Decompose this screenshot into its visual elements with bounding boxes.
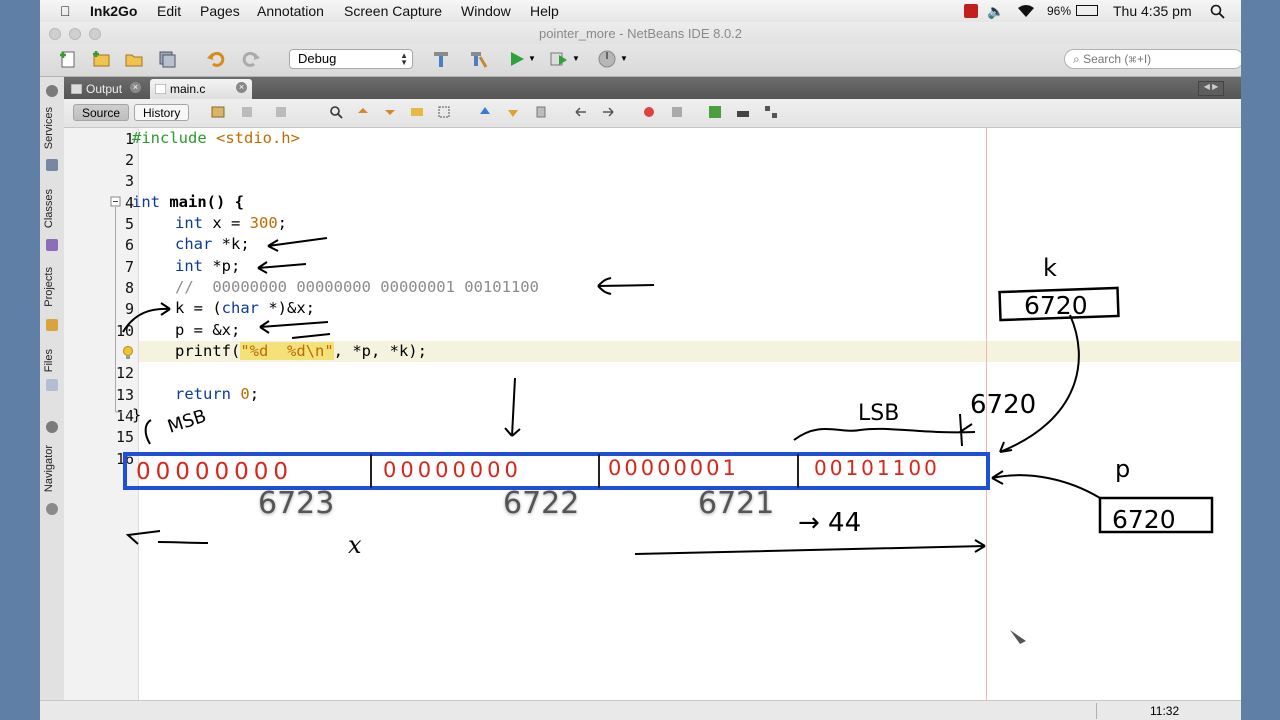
direction-arrow-right [634,539,986,555]
arrow-to-line-9 [122,302,171,333]
status-bar: 11:32 [40,700,1241,720]
arrow-to-int-p [257,261,307,274]
address-label-6722: 6722 [503,486,580,521]
byte-6721-bits: 00000001 [608,456,739,480]
k-variable-label: k [1043,254,1057,282]
arrow-to-char-k [267,237,328,252]
lsb-label: LSB [858,401,899,426]
caret-position[interactable]: 11:32 [1150,704,1179,718]
address-label-6721: 6721 [698,486,775,521]
status-divider [1096,703,1097,719]
direction-arrow-left [125,530,209,545]
arrow-to-line-10 [259,320,331,339]
arrow-to-comment [597,277,655,295]
p-variable-label: p [1115,455,1130,483]
k-pointer-arrow [999,314,1080,453]
annotation-drawing-layer: 00000000 00000000 00000001 00101100 MSB … [122,237,1214,644]
byte-6722-bits: 00000000 [383,458,522,482]
byte-6723-bits: 00000000 [136,459,293,485]
address-6720-label: 6720 [970,390,1036,420]
desktop-right-edge [1241,0,1280,720]
msb-label: MSB [165,406,209,438]
value-44-label: → 44 [798,508,861,538]
desktop-left-edge [0,0,40,720]
p-variable-value: 6720 [1112,505,1176,534]
x-variable-label: x [348,531,362,559]
address-label-6723: 6723 [258,486,335,521]
pen-cursor-icon [1010,630,1026,644]
k-variable-value: 6720 [1024,291,1088,320]
msb-bracket [144,419,152,445]
arrow-down-middle [504,377,521,437]
byte-6720-bits: 00101100 [814,456,940,480]
ide-window:  Ink2Go Edit Pages Annotation Screen Ca… [40,0,1241,720]
p-pointer-arrow [991,470,1101,499]
